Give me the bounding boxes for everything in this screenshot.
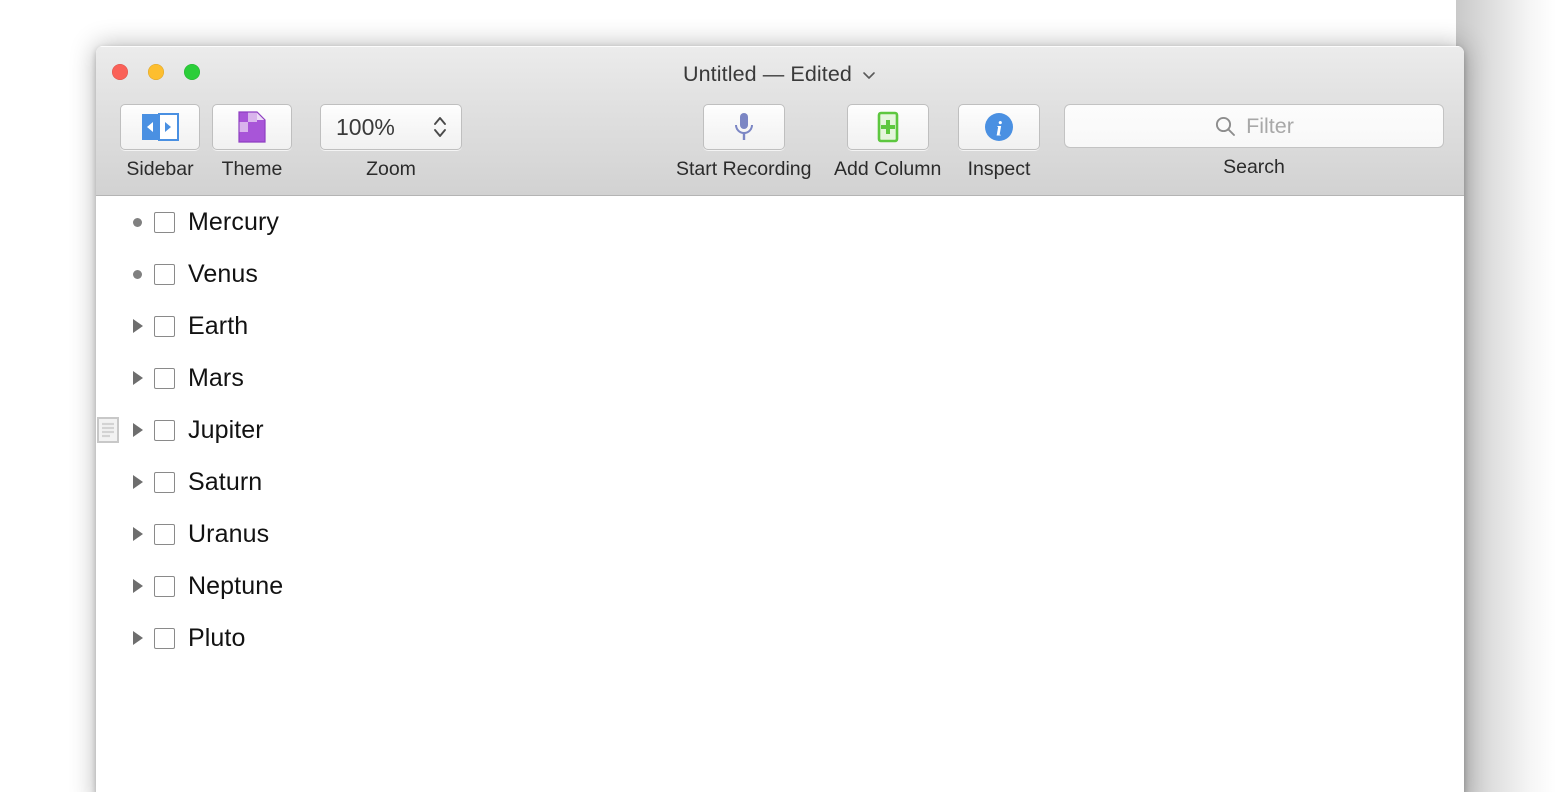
disclosure-triangle-icon[interactable] [120,579,154,593]
outline-list: Mercury Venus Earth Mars Jupiter Saturn Uranus… [96,196,1464,664]
toolbar-group-inspect: i Inspect [958,104,1040,181]
toolbar-group-record: Start Recording [676,104,811,181]
row-checkbox[interactable] [154,627,175,649]
add-column-label: Add Column [834,158,942,180]
row-checkbox[interactable] [154,367,175,389]
window-title-bar: Untitled — Edited [96,62,1464,87]
row-label: Uranus [188,519,270,548]
bullet-icon [120,269,154,279]
info-icon: i [985,113,1013,141]
outline-row[interactable]: Mercury [96,196,1464,248]
row-label: Neptune [188,571,284,600]
outline-row[interactable]: Neptune [96,560,1464,612]
row-checkbox[interactable] [154,419,175,441]
outline-row[interactable]: Pluto [96,612,1464,664]
desktop-background [1456,0,1556,792]
row-label: Mars [188,363,244,392]
disclosure-triangle-icon[interactable] [120,475,154,489]
inspect-label: Inspect [967,158,1031,180]
add-column-button[interactable] [846,104,929,150]
row-label: Saturn [188,467,263,496]
svg-text:i: i [996,117,1002,141]
search-icon [1216,116,1236,136]
toolbar-group-theme: Theme [212,104,292,181]
search-label: Search [1223,156,1285,178]
toolbar-group-zoom: 100% Zoom [320,104,462,181]
row-checkbox[interactable] [154,315,175,337]
toolbar-group-sidebar: Sidebar [120,104,200,181]
note-icon[interactable] [97,417,119,443]
outline-content-area[interactable]: Mercury Venus Earth Mars Jupiter Saturn Uranus… [96,196,1464,792]
row-label: Venus [188,259,259,288]
window-toolbar: Untitled — Edited Sidebar Theme 100% Zoo… [96,46,1464,196]
window-title: Untitled — Edited [682,62,852,86]
theme-document-icon [238,111,266,143]
theme-button-label: Theme [221,158,283,180]
start-recording-button[interactable] [702,104,785,150]
outline-row[interactable]: Uranus [96,508,1464,560]
disclosure-triangle-icon[interactable] [120,319,154,333]
stepper-icon[interactable] [432,113,448,141]
outline-row[interactable]: Venus [96,248,1464,300]
search-input[interactable]: Filter [1064,104,1444,148]
search-placeholder: Filter [1246,113,1294,138]
outline-row[interactable]: Jupiter [96,404,1464,456]
bullet-icon [120,217,154,227]
row-checkbox[interactable] [154,471,175,493]
toolbar-group-add-column: Add Column [834,104,941,181]
zoom-label: Zoom [366,158,416,180]
row-gutter [96,417,120,443]
microphone-icon [734,113,753,140]
sidebar-icon [142,113,179,141]
row-checkbox[interactable] [154,211,175,233]
disclosure-triangle-icon[interactable] [120,631,154,645]
disclosure-triangle-icon[interactable] [120,527,154,541]
start-recording-label: Start Recording [676,158,812,180]
row-label: Earth [188,311,249,340]
theme-button[interactable] [212,104,292,150]
disclosure-triangle-icon[interactable] [120,371,154,385]
toolbar-group-search: Filter Search [1064,104,1444,179]
row-label: Pluto [188,623,246,652]
zoom-stepper[interactable]: 100% [320,104,462,150]
inspect-button[interactable]: i [958,104,1040,150]
outline-row[interactable]: Earth [96,300,1464,352]
disclosure-triangle-icon[interactable] [120,423,154,437]
zoom-value: 100% [336,113,395,140]
row-checkbox[interactable] [154,575,175,597]
screen: Untitled — Edited Sidebar Theme 100% Zoo… [0,0,1556,792]
app-window: Untitled — Edited Sidebar Theme 100% Zoo… [96,46,1464,792]
outline-row[interactable]: Saturn [96,456,1464,508]
row-checkbox[interactable] [154,523,175,545]
chevron-down-icon[interactable] [861,67,877,83]
row-label: Jupiter [188,415,264,444]
add-column-icon [877,111,898,143]
outline-row[interactable]: Mars [96,352,1464,404]
row-label: Mercury [188,207,279,236]
sidebar-button[interactable] [120,104,200,150]
row-checkbox[interactable] [154,263,175,285]
sidebar-button-label: Sidebar [126,158,194,180]
